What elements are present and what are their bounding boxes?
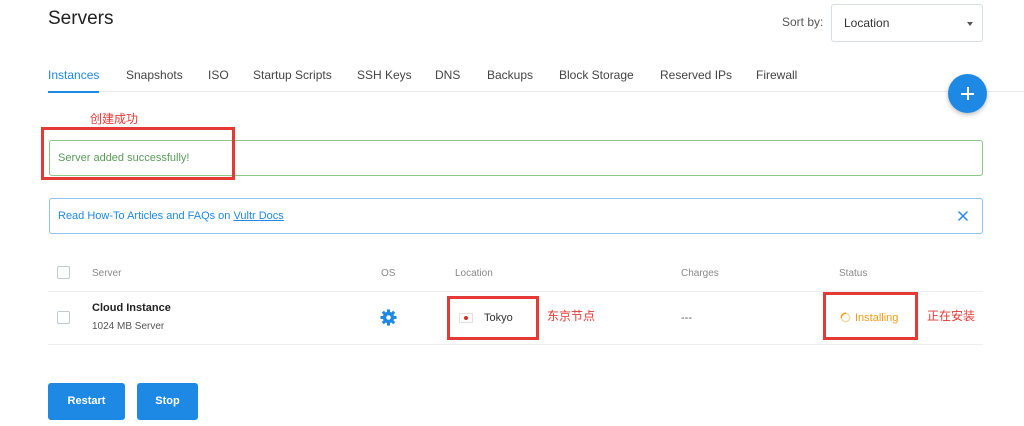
stop-button[interactable]: Stop xyxy=(137,383,198,420)
server-name[interactable]: Cloud Instance xyxy=(92,302,171,314)
close-icon[interactable] xyxy=(956,209,970,223)
tab-reserved-ips[interactable]: Reserved IPs xyxy=(660,68,732,82)
sort-select-value: Location xyxy=(844,16,890,30)
column-header-status: Status xyxy=(839,268,868,279)
tab-iso[interactable]: ISO xyxy=(208,68,229,82)
annotation-created: 创建成功 xyxy=(90,112,139,126)
sort-label: Sort by: xyxy=(782,15,824,29)
column-header-os: OS xyxy=(381,268,396,279)
tab-backups[interactable]: Backups xyxy=(487,68,533,82)
tab-firewall[interactable]: Firewall xyxy=(756,68,797,82)
annotation-box-status xyxy=(823,292,918,340)
tab-dns[interactable]: DNS xyxy=(435,68,460,82)
add-server-button[interactable] xyxy=(948,74,987,113)
column-header-location: Location xyxy=(455,268,493,279)
annotation-box-success xyxy=(41,127,235,180)
info-alert-prefix: Read How-To Articles and FAQs on xyxy=(58,210,234,222)
page-title: Servers xyxy=(48,8,114,29)
table-divider xyxy=(48,344,983,345)
annotation-box-location xyxy=(447,296,539,340)
sort-select[interactable]: Location xyxy=(831,4,983,42)
info-alert-text: Read How-To Articles and FAQs on Vultr D… xyxy=(58,210,284,222)
tab-snapshots[interactable]: Snapshots xyxy=(126,68,183,82)
tab-ssh-keys[interactable]: SSH Keys xyxy=(357,68,412,82)
select-all-checkbox[interactable] xyxy=(57,266,70,279)
gear-icon xyxy=(380,309,397,326)
column-header-server: Server xyxy=(92,268,122,279)
tab-block-storage[interactable]: Block Storage xyxy=(559,68,634,82)
tab-bar: Instances Snapshots ISO Startup Scripts … xyxy=(48,60,1024,93)
info-alert: Read How-To Articles and FAQs on Vultr D… xyxy=(49,198,983,234)
annotation-tokyo-node: 东京节点 xyxy=(547,309,596,323)
restart-button[interactable]: Restart xyxy=(48,383,125,420)
server-plan: 1024 MB Server xyxy=(92,321,165,332)
tab-startup-scripts[interactable]: Startup Scripts xyxy=(253,68,332,82)
annotation-installing: 正在安装 xyxy=(927,309,976,323)
chevron-down-icon xyxy=(967,22,973,26)
vultr-docs-link[interactable]: Vultr Docs xyxy=(233,210,283,222)
row-checkbox[interactable] xyxy=(57,311,70,324)
tab-instances[interactable]: Instances xyxy=(48,68,100,93)
column-header-charges: Charges xyxy=(681,268,719,279)
server-charges: --- xyxy=(681,312,692,324)
